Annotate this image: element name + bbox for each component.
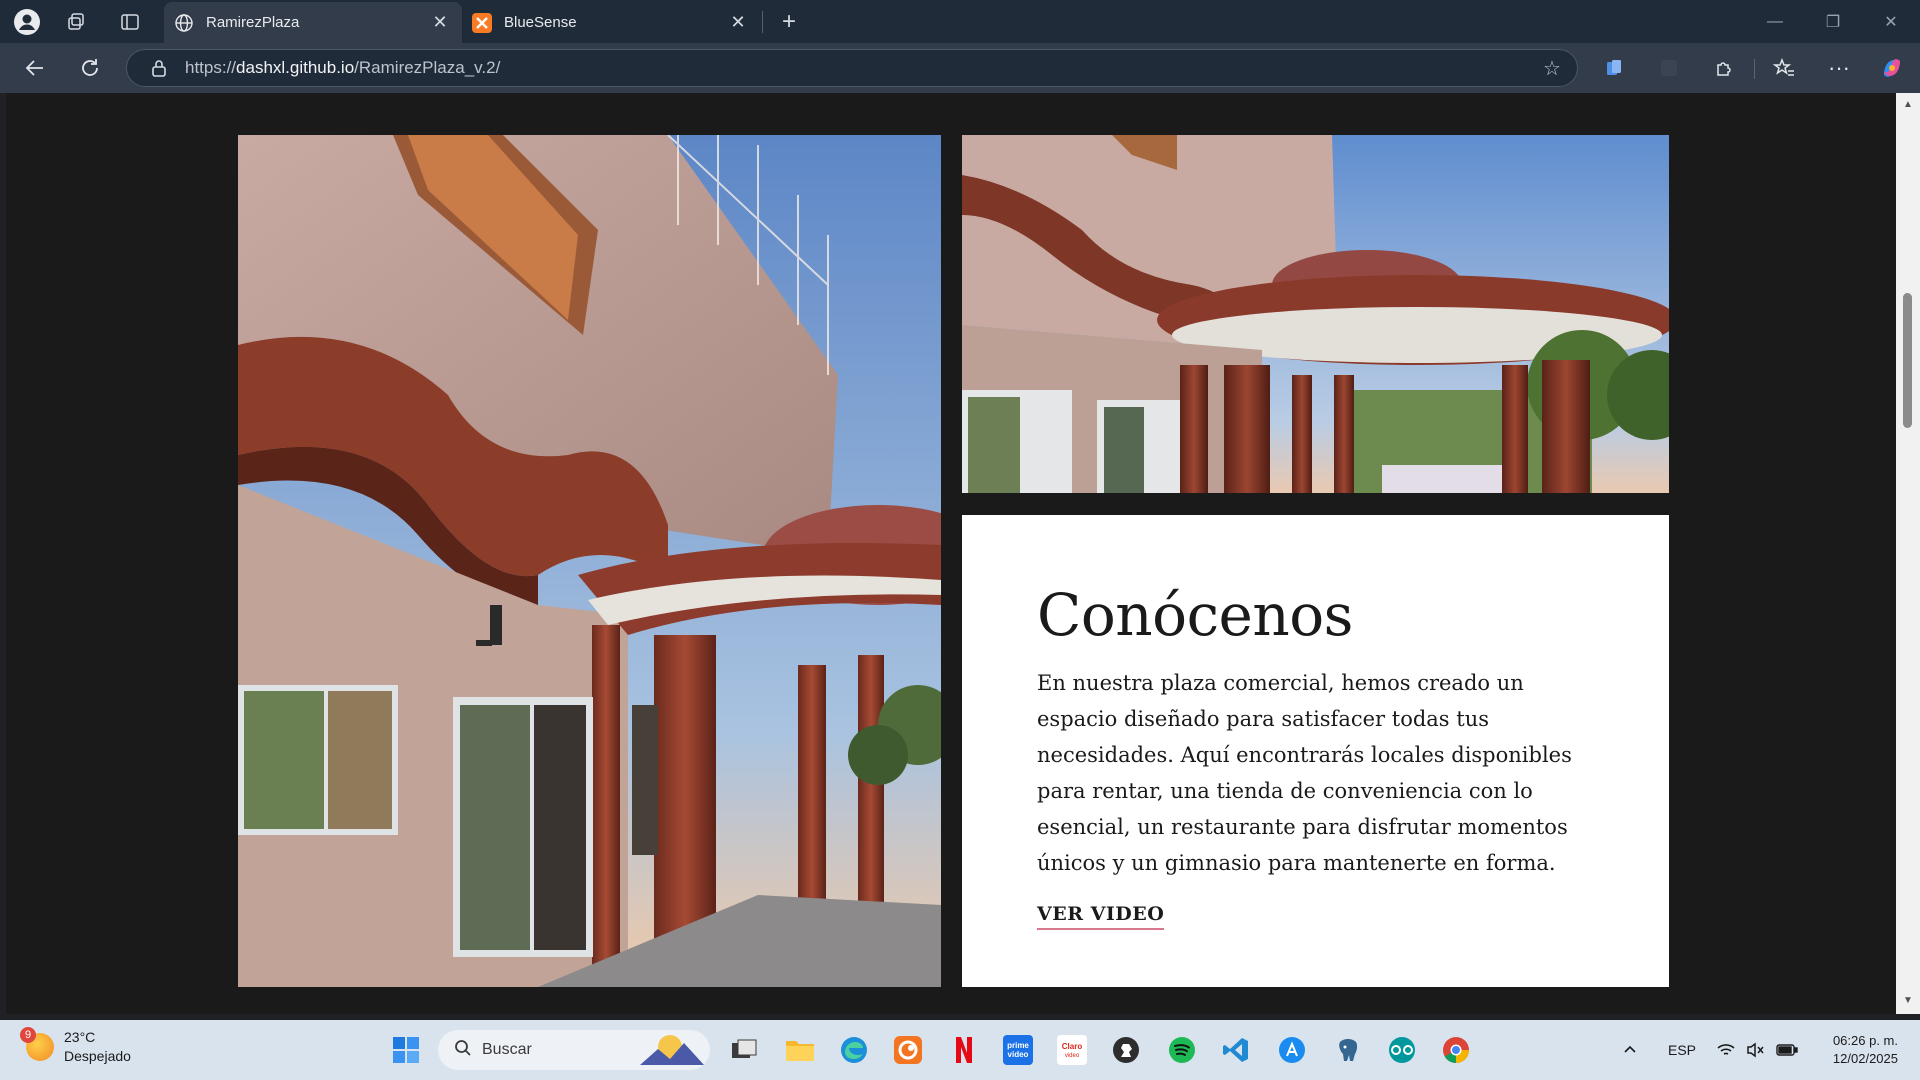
url-host: dashxl.github.io	[236, 58, 355, 77]
weather-badge: 9	[20, 1027, 36, 1043]
weather-sun-icon: 9	[20, 1027, 54, 1061]
crunchyroll-icon[interactable]	[888, 1030, 928, 1070]
weather-widget[interactable]: 9 23°C Despejado	[20, 1027, 131, 1066]
tab-divider	[762, 11, 763, 33]
new-tab-icon[interactable]: +	[772, 6, 806, 38]
lock-icon[interactable]	[147, 59, 171, 77]
taskbar-clock[interactable]: 06:26 p. m. 12/02/2025	[1806, 1032, 1898, 1068]
reading-list-icon[interactable]	[1597, 52, 1631, 84]
url-scheme: https://	[185, 58, 237, 77]
language-indicator[interactable]: ESP	[1668, 1020, 1696, 1080]
chrome-icon[interactable]	[1436, 1030, 1476, 1070]
weather-condition: Despejado	[64, 1048, 131, 1064]
netflix-icon[interactable]	[944, 1030, 984, 1070]
about-description: En nuestra plaza comercial, hemos creado…	[1037, 671, 1572, 875]
address-bar[interactable]: https://dashxl.github.io/RamirezPlaza_v.…	[126, 49, 1578, 87]
scroll-up-icon[interactable]: ▲	[1902, 99, 1914, 111]
app-store-icon[interactable]	[1272, 1030, 1312, 1070]
plaza-building-photo-large	[238, 135, 941, 987]
vscode-icon[interactable]	[1216, 1030, 1256, 1070]
battery-icon[interactable]	[1776, 1020, 1798, 1080]
close-tab-icon[interactable]: ✕	[724, 9, 752, 37]
edge-icon[interactable]	[834, 1030, 874, 1070]
favorite-star-icon[interactable]: ☆	[1535, 56, 1569, 81]
tab-title: BlueSense	[504, 14, 577, 31]
postgres-icon[interactable]	[1328, 1030, 1368, 1070]
globe-icon	[174, 13, 194, 33]
taskbar-search[interactable]: Buscar	[438, 1030, 710, 1070]
refresh-icon[interactable]	[73, 52, 107, 84]
favorites-icon[interactable]	[1767, 52, 1801, 84]
prime-video-icon[interactable]: prime video	[998, 1030, 1038, 1070]
spotify-icon[interactable]	[1162, 1030, 1202, 1070]
svg-text:Claro: Claro	[1062, 1042, 1083, 1051]
restore-icon[interactable]: ❐	[1804, 0, 1862, 43]
extension-placeholder-icon[interactable]	[1652, 52, 1686, 84]
about-title: Conócenos	[1037, 581, 1353, 649]
arduino-icon[interactable]	[1382, 1030, 1422, 1070]
volume-muted-icon[interactable]	[1746, 1020, 1766, 1080]
back-icon[interactable]	[18, 52, 52, 84]
profile-avatar-icon[interactable]	[10, 6, 44, 38]
tab-ramirezplaza[interactable]: RamirezPlaza ✕	[164, 2, 462, 43]
page-viewport: Conócenos En nuestra plaza comercial, he…	[6, 93, 1896, 1014]
address-toolbar: https://dashxl.github.io/RamirezPlaza_v.…	[0, 43, 1920, 93]
tab-bluesense[interactable]: BlueSense ✕	[462, 2, 760, 43]
svg-text:prime: prime	[1007, 1041, 1029, 1050]
file-explorer-icon[interactable]	[780, 1030, 820, 1070]
claro-video-icon[interactable]: Claro video	[1052, 1030, 1092, 1070]
search-placeholder: Buscar	[482, 1041, 532, 1058]
clock-date: 12/02/2025	[1832, 1051, 1898, 1066]
show-hidden-icons-icon[interactable]	[1622, 1020, 1638, 1080]
close-tab-icon[interactable]: ✕	[426, 9, 454, 37]
close-window-icon[interactable]: ✕	[1862, 0, 1920, 43]
weather-temp: 23°C	[64, 1029, 96, 1045]
windows-start-icon[interactable]	[386, 1030, 426, 1070]
page-scrollbar[interactable]: ▲ ▼	[1896, 93, 1920, 1014]
wifi-icon[interactable]	[1716, 1020, 1736, 1080]
copilot-icon[interactable]	[1875, 52, 1909, 84]
minimize-icon[interactable]: —	[1746, 0, 1804, 43]
plaza-porch-photo	[962, 135, 1669, 493]
vertical-tabs-icon[interactable]	[113, 6, 147, 38]
windows-taskbar: 9 23°C Despejado Buscar prime video Claro…	[0, 1020, 1920, 1080]
tab-title: RamirezPlaza	[206, 14, 300, 31]
scroll-thumb[interactable]	[1903, 293, 1912, 428]
about-card: Conócenos En nuestra plaza comercial, he…	[962, 515, 1669, 987]
toolbar-divider	[1754, 59, 1755, 79]
xampp-icon	[472, 12, 492, 33]
url-text: https://dashxl.github.io/RamirezPlaza_v.…	[185, 58, 1535, 78]
svg-text:video: video	[1065, 1053, 1080, 1059]
svg-text:video: video	[1008, 1050, 1029, 1059]
clock-time: 06:26 p. m.	[1832, 1033, 1898, 1048]
watch-video-link[interactable]: VER VIDEO	[1037, 903, 1165, 930]
chess-icon[interactable]	[1106, 1030, 1146, 1070]
task-view-icon[interactable]	[724, 1030, 764, 1070]
workspaces-icon[interactable]	[59, 6, 93, 38]
extensions-puzzle-icon[interactable]	[1707, 52, 1741, 84]
search-icon	[454, 1039, 472, 1062]
url-path: /RamirezPlaza_v.2/	[354, 58, 501, 77]
more-options-icon[interactable]: ···	[1822, 52, 1856, 84]
search-highlight-icon	[640, 1031, 704, 1070]
scroll-down-icon[interactable]: ▼	[1902, 995, 1914, 1007]
browser-tab-bar: RamirezPlaza ✕ BlueSense ✕ + — ❐ ✕	[0, 0, 1920, 43]
